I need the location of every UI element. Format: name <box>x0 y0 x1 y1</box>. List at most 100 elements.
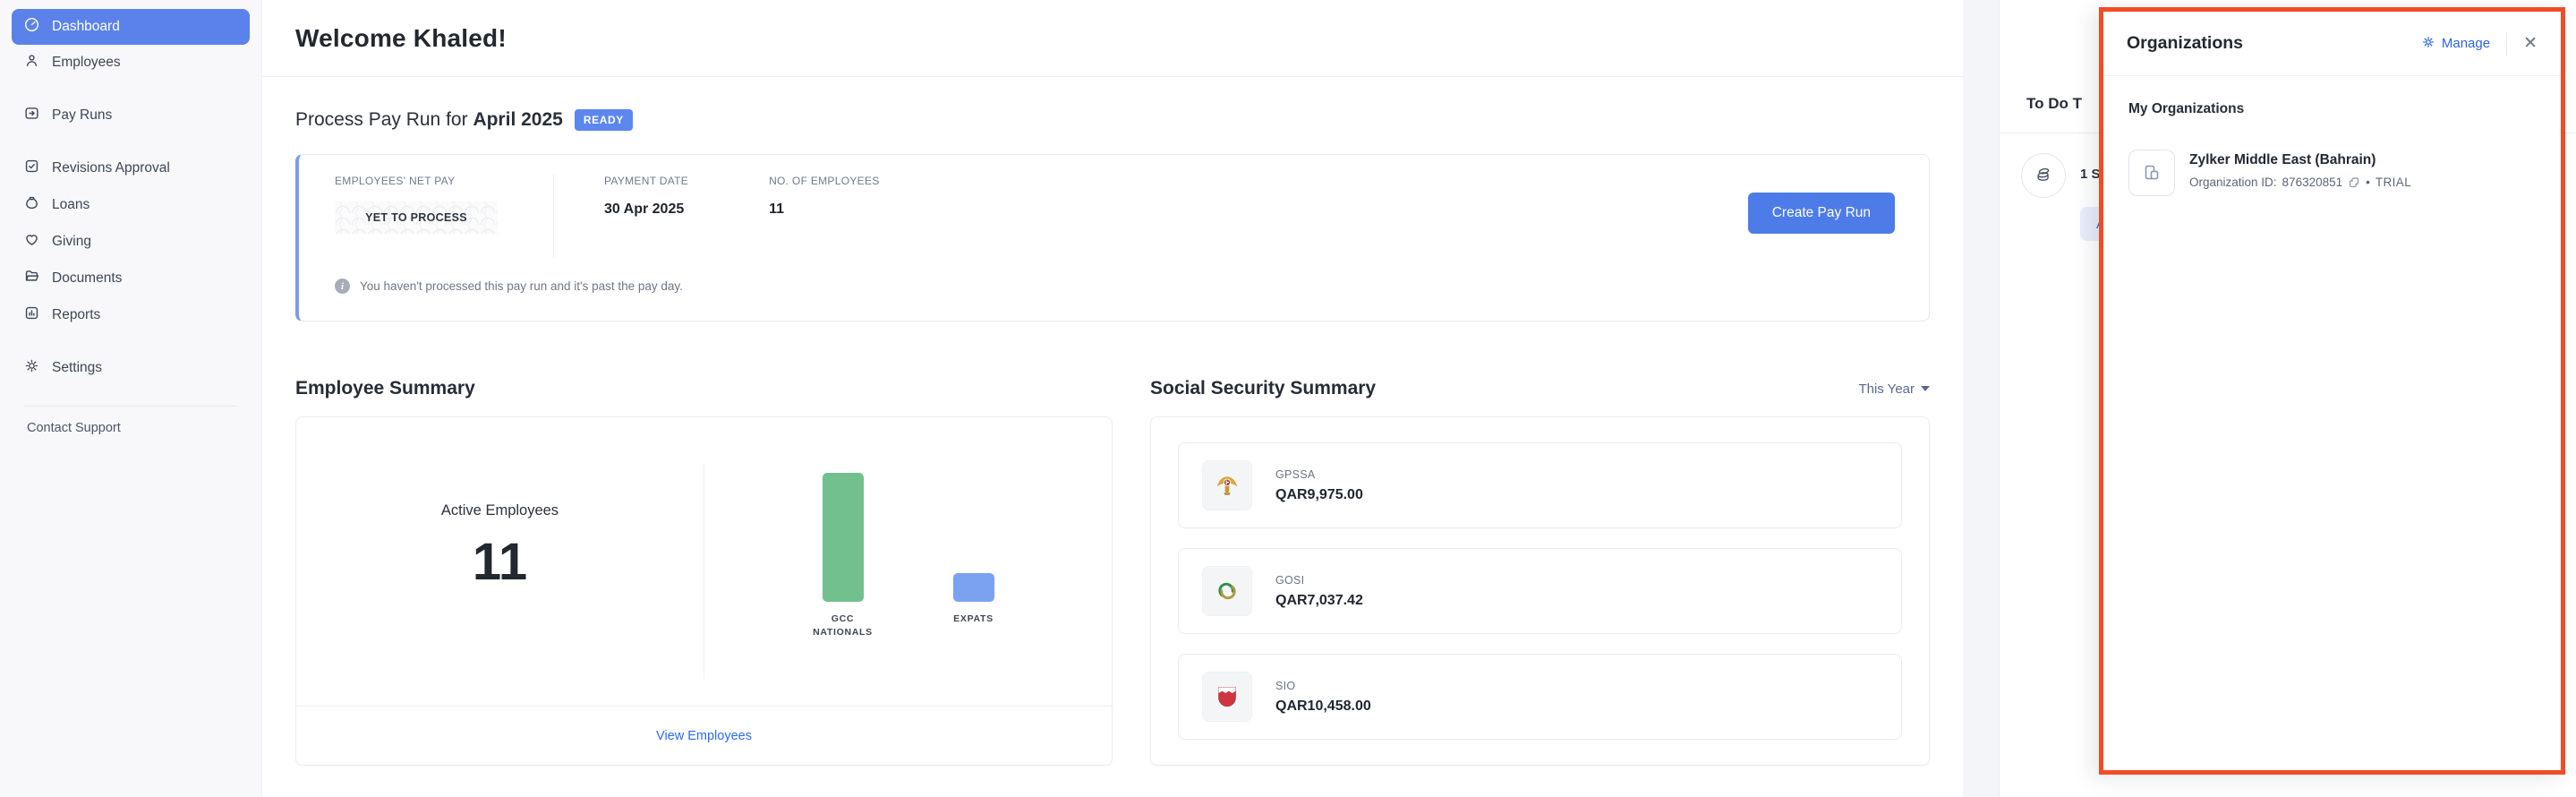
header-divider <box>2506 32 2507 56</box>
dashboard-icon <box>23 16 40 38</box>
payroll-dashboard: Dashboard Employees Pay Runs Revisions A… <box>0 0 2576 797</box>
revisions-approval-icon <box>23 158 40 179</box>
active-employees-stat: Active Employees 11 <box>296 403 704 691</box>
sidebar-item-label: Giving <box>52 234 91 250</box>
uae-emblem-icon <box>1202 460 1252 510</box>
pay-run-info-row: i You haven't processed this pay run and… <box>335 279 1893 294</box>
sidebar-item-label: Pay Runs <box>52 107 112 124</box>
bar <box>823 473 864 602</box>
sidebar-item-label: Dashboard <box>52 19 120 35</box>
sidebar-item-label: Loans <box>52 197 90 213</box>
sidebar-item-label: Settings <box>52 360 102 376</box>
status-badge: READY <box>575 109 633 131</box>
scheme-label: GOSI <box>1275 574 1363 587</box>
close-icon[interactable]: ✕ <box>2523 35 2538 52</box>
organization-meta: Organization ID: 876320851 • TRIAL <box>2189 176 2411 189</box>
net-pay-watermark: YET TO PROCESS <box>335 201 498 234</box>
scheme-label: GPSSA <box>1275 468 1363 481</box>
organization-name: Zylker Middle East (Bahrain) <box>2189 152 2411 168</box>
sidebar-item-dashboard[interactable]: Dashboard <box>12 9 250 45</box>
view-employees-link[interactable]: View Employees <box>656 729 752 743</box>
sidebar-item-settings[interactable]: Settings <box>12 350 250 386</box>
pay-run-heading: Process Pay Run for April 2025 <box>295 109 563 131</box>
scheme-amount: QAR7,037.42 <box>1275 593 1363 609</box>
sidebar: Dashboard Employees Pay Runs Revisions A… <box>0 0 262 797</box>
pay-run-period: April 2025 <box>473 109 562 130</box>
employee-count-field: NO. OF EMPLOYEES 11 <box>769 175 880 218</box>
stat-value: 11 <box>473 532 527 592</box>
pay-run-card: EMPLOYEES' NET PAY YET TO PROCESS PAYMEN… <box>295 154 1930 321</box>
field-value: 11 <box>769 201 880 218</box>
stat-label: Active Employees <box>441 502 559 519</box>
sidebar-item-employees[interactable]: Employees <box>12 45 250 81</box>
sidebar-item-giving[interactable]: Giving <box>12 224 250 260</box>
social-security-row-sio: SIO QAR10,458.00 <box>1178 654 1902 740</box>
net-pay-field: EMPLOYEES' NET PAY YET TO PROCESS <box>335 175 498 234</box>
info-message: You haven't processed this pay run and i… <box>360 279 683 293</box>
organization-id-value: 876320851 <box>2282 176 2343 189</box>
pay-runs-icon <box>23 105 40 126</box>
social-security-card: GPSSA QAR9,975.00 GOSI QAR7,0 <box>1150 416 1930 766</box>
payment-date-field: PAYMENT DATE 30 Apr 2025 <box>604 175 688 218</box>
sidebar-item-reports[interactable]: Reports <box>12 297 250 333</box>
bar <box>953 573 994 602</box>
employee-bar-chart: GCC Nationals Expats <box>704 417 1112 706</box>
sidebar-item-label: Documents <box>52 270 122 287</box>
todo-item-text: 1 S <box>2080 167 2101 182</box>
page-title: Welcome Khaled! <box>295 24 507 53</box>
organizations-panel: Organizations Manage ✕ My Organizations … <box>2099 7 2565 775</box>
coins-icon <box>2021 153 2066 198</box>
employee-summary-title: Employee Summary <box>295 378 475 399</box>
manage-label: Manage <box>2442 36 2490 51</box>
loans-icon <box>23 194 40 216</box>
sidebar-item-label: Employees <box>52 55 121 71</box>
bar-label: GCC Nationals <box>802 613 884 645</box>
reports-icon <box>23 304 40 326</box>
sidebar-item-revisions-approval[interactable]: Revisions Approval <box>12 150 250 186</box>
bar-expats: Expats <box>933 573 1015 645</box>
organizations-header: Organizations Manage ✕ <box>2103 12 2561 76</box>
organization-list-item[interactable]: Zylker Middle East (Bahrain) Organizatio… <box>2128 150 2536 196</box>
giving-icon <box>23 231 40 253</box>
chevron-down-icon <box>1921 386 1930 391</box>
organization-id-label: Organization ID: <box>2189 176 2277 189</box>
scheme-label: SIO <box>1275 680 1371 692</box>
organizations-title: Organizations <box>2127 33 2421 54</box>
sidebar-item-pay-runs[interactable]: Pay Runs <box>12 98 250 133</box>
employees-icon <box>23 52 40 73</box>
my-organizations-heading: My Organizations <box>2128 101 2536 117</box>
social-security-row-gpssa: GPSSA QAR9,975.00 <box>1178 442 1902 528</box>
sidebar-item-documents[interactable]: Documents <box>12 261 250 296</box>
field-label: NO. OF EMPLOYEES <box>769 175 880 187</box>
sidebar-item-loans[interactable]: Loans <box>12 187 250 223</box>
documents-icon <box>23 268 40 289</box>
gear-icon <box>2421 35 2435 53</box>
field-label: EMPLOYEES' NET PAY <box>335 175 498 187</box>
organization-building-icon <box>2128 150 2175 196</box>
scheme-amount: QAR10,458.00 <box>1275 698 1371 715</box>
sidebar-divider <box>24 406 237 407</box>
create-pay-run-button[interactable]: Create Pay Run <box>1748 193 1895 234</box>
employee-summary-card: Active Employees 11 GCC Nationals <box>295 416 1113 766</box>
pay-run-heading-row: Process Pay Run for April 2025 READY <box>295 109 1930 131</box>
manage-organizations-link[interactable]: Manage <box>2421 35 2490 53</box>
field-label: PAYMENT DATE <box>604 175 688 187</box>
info-icon: i <box>335 279 350 294</box>
main-header: Welcome Khaled! <box>262 0 1963 77</box>
bar-gcc-nationals: GCC Nationals <box>802 473 884 645</box>
gosi-logo-icon <box>1202 566 1252 616</box>
social-security-section: Social Security Summary This Year <box>1150 375 1930 766</box>
period-filter-dropdown[interactable]: This Year <box>1858 381 1930 397</box>
social-security-row-gosi: GOSI QAR7,037.42 <box>1178 548 1902 634</box>
sidebar-item-label: Revisions Approval <box>52 160 170 176</box>
settings-icon <box>23 357 40 379</box>
field-value: 30 Apr 2025 <box>604 201 688 218</box>
plan-badge: TRIAL <box>2376 176 2411 189</box>
bar-label: Expats <box>933 613 1015 645</box>
field-divider <box>553 175 554 257</box>
period-filter-label: This Year <box>1858 381 1915 397</box>
contact-support-link[interactable]: Contact Support <box>12 421 250 435</box>
main-content: Welcome Khaled! Process Pay Run for Apri… <box>262 0 1963 797</box>
social-security-title: Social Security Summary <box>1150 378 1376 399</box>
copy-icon[interactable] <box>2348 176 2360 189</box>
